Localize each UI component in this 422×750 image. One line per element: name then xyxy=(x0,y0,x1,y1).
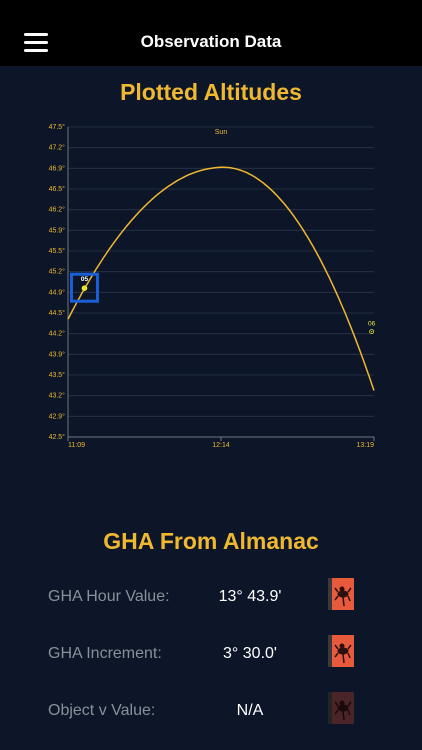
y-tick-label: 44.2° xyxy=(49,330,66,338)
object-v-value: N/A xyxy=(236,702,264,719)
gha-increment-lizard-button[interactable] xyxy=(328,635,354,667)
y-tick-label: 43.5° xyxy=(49,371,66,379)
y-tick-label: 44.5° xyxy=(49,309,66,317)
y-tick-label: 44.9° xyxy=(49,288,66,296)
gha-increment-value: 3° 30.0' xyxy=(223,645,277,662)
almanac-section-title: GHA From Almanac xyxy=(103,528,319,554)
altitude-curve xyxy=(67,166,375,391)
data-point xyxy=(81,285,88,291)
chart-section-title: Plotted Altitudes xyxy=(120,79,302,105)
y-tick-label: 42.9° xyxy=(49,412,66,420)
y-tick-label: 46.2° xyxy=(49,206,66,214)
object-v-lizard-button[interactable] xyxy=(328,692,354,724)
object-v-row: Object v Value: N/A xyxy=(0,692,422,732)
series-label: Sun xyxy=(215,129,228,136)
x-tick-label: 13:19 xyxy=(356,442,374,449)
page-title: Observation Data xyxy=(140,32,282,51)
data-point-center xyxy=(371,331,373,333)
y-tick-label: 45.5° xyxy=(49,247,66,255)
gha-hour-row: GHA Hour Value: 13° 43.9' xyxy=(0,578,422,618)
y-tick-label: 46.9° xyxy=(49,164,66,172)
gha-hour-lizard-button[interactable] xyxy=(328,578,354,610)
point-label: 05 xyxy=(81,276,89,283)
object-v-label: Object v Value: xyxy=(48,702,156,719)
gha-increment-row: GHA Increment: 3° 30.0' xyxy=(0,635,422,675)
y-tick-label: 45.9° xyxy=(49,226,66,234)
y-tick-label: 45.2° xyxy=(49,268,66,276)
y-tick-label: 47.5° xyxy=(49,123,66,131)
gha-hour-value: 13° 43.9' xyxy=(218,588,282,605)
y-tick-label: 43.9° xyxy=(49,350,66,358)
x-tick-label: 12:14 xyxy=(212,442,230,449)
y-tick-label: 42.5° xyxy=(49,433,66,441)
point-label: 06 xyxy=(368,321,376,328)
altitude-chart: 42.5° 42.9° 43.2° 43.5° 43.9° 44.2° 44.5° 44.9°… xyxy=(49,123,376,449)
y-tick-label: 46.5° xyxy=(49,185,66,193)
gha-increment-label: GHA Increment: xyxy=(48,645,162,662)
gha-hour-label: GHA Hour Value: xyxy=(48,588,170,605)
y-tick-label: 47.2° xyxy=(49,144,66,152)
x-tick-label: 11:09 xyxy=(68,442,85,449)
top-bar: Observation Data xyxy=(0,0,422,66)
y-tick-label: 43.2° xyxy=(49,392,66,400)
